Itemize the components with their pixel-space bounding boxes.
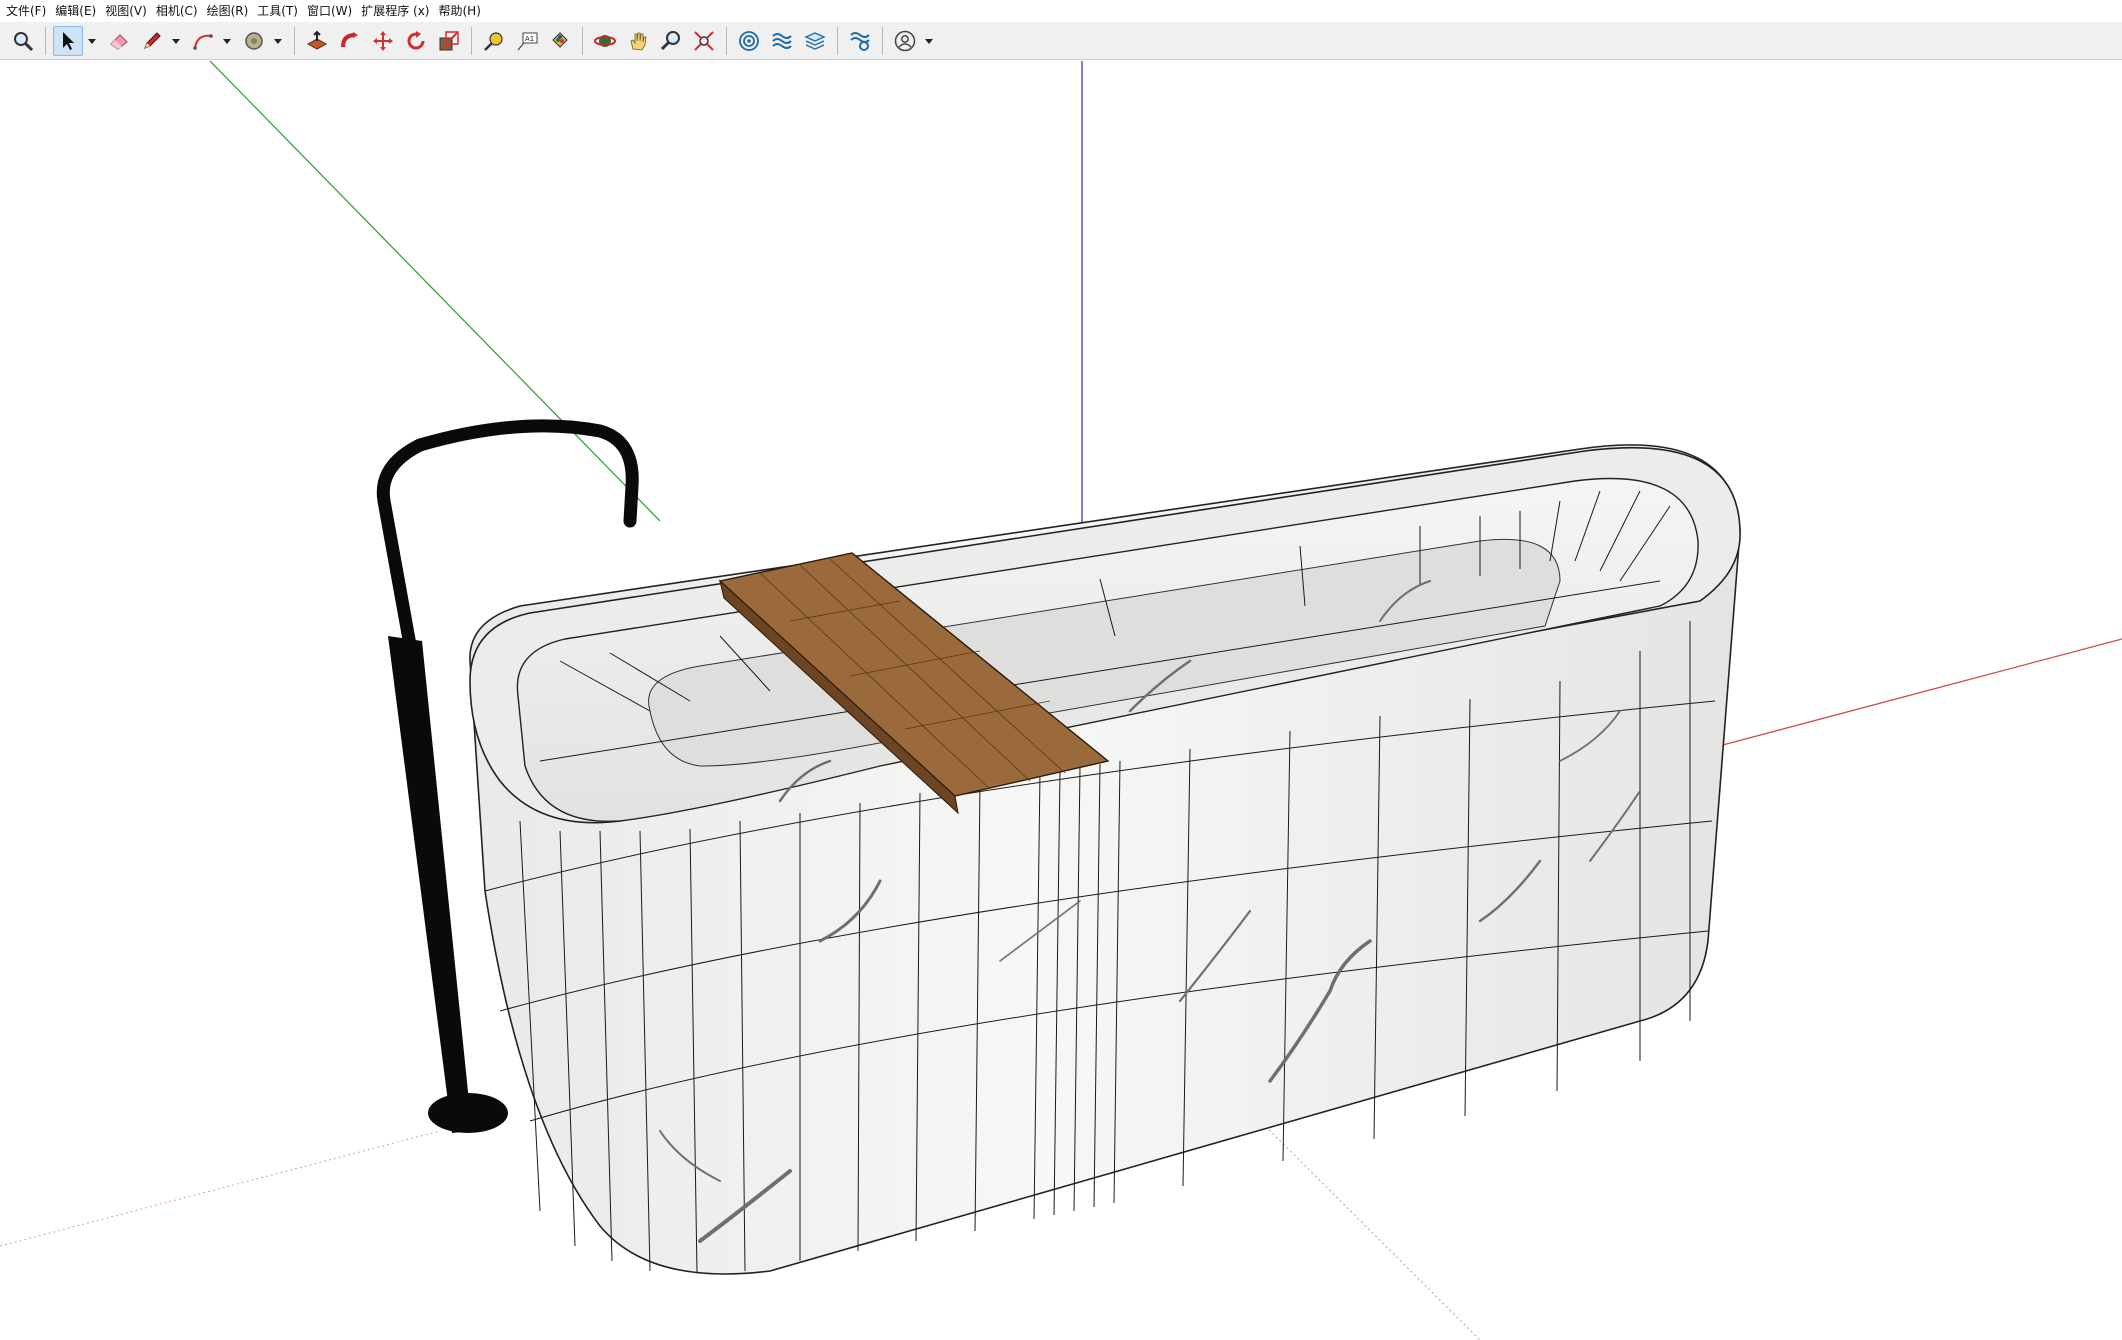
- chevron-down-icon: [88, 38, 96, 44]
- account-tool-button[interactable]: [890, 26, 920, 56]
- arc-icon: [193, 33, 213, 50]
- paint-bucket-tool-button[interactable]: [545, 26, 575, 56]
- zoom-extents-tool-button[interactable]: [689, 26, 719, 56]
- zoom-extents-icon: [694, 30, 714, 51]
- zoom-window-tool-button[interactable]: [656, 26, 686, 56]
- menu-tools[interactable]: 工具(T): [257, 0, 307, 22]
- zoom-tool-button[interactable]: [8, 26, 38, 56]
- tape-measure-icon: [484, 31, 503, 51]
- menu-help[interactable]: 帮助(H): [438, 0, 489, 22]
- pan-tool-button[interactable]: [623, 26, 653, 56]
- chevron-down-icon: [223, 38, 231, 44]
- pencil-tool-dropdown[interactable]: [170, 26, 182, 56]
- push-pull-tool-button[interactable]: [302, 26, 332, 56]
- shape-tool-button[interactable]: [239, 26, 269, 56]
- select-tool-dropdown[interactable]: [86, 26, 98, 56]
- layers-icon: [804, 31, 826, 50]
- eraser-tool-button[interactable]: [104, 26, 134, 56]
- pencil-tool-button[interactable]: [137, 26, 167, 56]
- text-label-icon: A1: [517, 32, 538, 50]
- follow-me-tool-button[interactable]: [335, 26, 365, 56]
- bathtub: [469, 444, 1741, 1275]
- toolbar-separator: [837, 26, 838, 55]
- sandbox-tool-button[interactable]: [767, 26, 797, 56]
- rotate-icon: [407, 30, 425, 49]
- magnifier-icon: [14, 31, 34, 51]
- green-axis: [209, 61, 661, 522]
- account-dropdown[interactable]: [923, 26, 935, 56]
- toolbar-separator: [471, 26, 472, 55]
- eraser-icon: [110, 33, 128, 50]
- scale-icon: [439, 30, 459, 50]
- waves-icon: [772, 32, 792, 49]
- chevron-down-icon: [925, 38, 933, 44]
- pencil-icon: [144, 31, 161, 49]
- paint-bucket-icon: [552, 31, 568, 48]
- orbit-icon: [594, 34, 616, 47]
- svg-text:A1: A1: [525, 35, 534, 43]
- arrow-cursor-icon: [63, 31, 74, 50]
- model-info-tool-button[interactable]: [734, 26, 764, 56]
- faucet-base: [428, 1093, 508, 1133]
- layers-tool-button[interactable]: [800, 26, 830, 56]
- chevron-down-icon: [172, 38, 180, 44]
- red-axis: [1699, 638, 2122, 752]
- move-cross-icon: [373, 30, 393, 51]
- toolbar-separator: [582, 26, 583, 55]
- text-tool-button[interactable]: A1: [512, 26, 542, 56]
- select-tool-button[interactable]: [53, 25, 83, 56]
- menu-file[interactable]: 文件(F): [6, 0, 55, 22]
- circle-shape-icon: [245, 31, 263, 50]
- main-toolbar: A1: [0, 22, 2122, 60]
- rotate-tool-button[interactable]: [401, 26, 431, 56]
- 3d-viewport[interactable]: [0, 61, 2122, 1340]
- arc-tool-dropdown[interactable]: [221, 26, 233, 56]
- faucet-body: [388, 636, 472, 1133]
- follow-me-icon: [341, 31, 358, 47]
- move-tool-button[interactable]: [368, 26, 398, 56]
- menu-window[interactable]: 窗口(W): [307, 0, 361, 22]
- red-axis-dotted: [0, 1130, 441, 1247]
- menu-extensions[interactable]: 扩展程序 (x): [361, 0, 438, 22]
- hand-icon: [630, 32, 647, 50]
- toolbar-separator: [882, 26, 883, 55]
- menu-view[interactable]: 视图(V): [105, 0, 156, 22]
- user-circle-icon: [894, 30, 916, 51]
- styles-tool-button[interactable]: [845, 26, 875, 56]
- menu-edit[interactable]: 编辑(E): [55, 0, 105, 22]
- menu-draw[interactable]: 绘图(R): [207, 0, 258, 22]
- toolbar-separator: [294, 26, 295, 55]
- arc-tool-button[interactable]: [188, 26, 218, 56]
- zoom-search-icon: [660, 30, 680, 50]
- model-scene: [0, 61, 2122, 1340]
- menu-bar: 文件(F) 编辑(E) 视图(V) 相机(C) 绘图(R) 工具(T) 窗口(W…: [0, 0, 2122, 22]
- tape-measure-tool-button[interactable]: [479, 26, 509, 56]
- orbit-tool-button[interactable]: [590, 26, 620, 56]
- target-icon: [739, 30, 759, 51]
- menu-camera[interactable]: 相机(C): [156, 0, 207, 22]
- toolbar-separator: [726, 26, 727, 55]
- chevron-down-icon: [274, 38, 282, 44]
- sketchup-window: 文件(F) 编辑(E) 视图(V) 相机(C) 绘图(R) 工具(T) 窗口(W…: [0, 0, 2122, 1340]
- scale-tool-button[interactable]: [434, 26, 464, 56]
- shape-tool-dropdown[interactable]: [272, 26, 284, 56]
- push-pull-icon: [306, 30, 328, 50]
- toolbar-separator: [45, 26, 46, 55]
- waves-gear-icon: [850, 31, 870, 51]
